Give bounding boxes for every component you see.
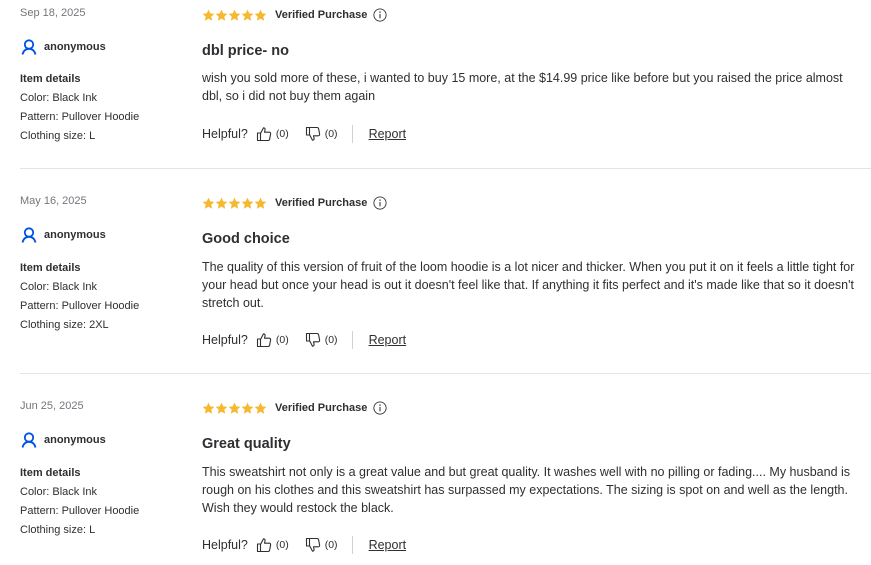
- star-rating: [202, 9, 267, 22]
- thumbs-down-button[interactable]: (0): [305, 126, 338, 142]
- item-detail-size: Clothing size: 2XL: [20, 319, 109, 331]
- review-date: May 16, 2025: [20, 195, 87, 207]
- report-link[interactable]: Report: [369, 538, 407, 552]
- author-name: anonymous: [44, 434, 106, 446]
- downvote-count: (0): [324, 128, 338, 140]
- downvote-count: (0): [324, 539, 338, 551]
- divider: [351, 331, 353, 349]
- star-icon: [215, 402, 228, 414]
- thumbs-up-icon: [256, 127, 272, 142]
- helpful-label: Helpful?: [202, 333, 248, 347]
- thumbs-up-icon: [256, 333, 272, 348]
- item-detail-size: Clothing size: L: [20, 524, 96, 536]
- thumbs-down-icon: [305, 332, 320, 347]
- review-date: Jun 25, 2025: [20, 400, 84, 412]
- downvote-count: (0): [324, 334, 338, 346]
- author-name: anonymous: [44, 229, 106, 241]
- thumbs-up-icon: [256, 538, 272, 553]
- star-icon: [202, 9, 215, 21]
- verified-purchase-label: Verified Purchase: [275, 9, 368, 21]
- verified-purchase-label: Verified Purchase: [275, 402, 368, 414]
- divider: [351, 536, 353, 554]
- item-detail-pattern: Pattern: Pullover Hoodie: [20, 505, 140, 517]
- star-rating: [202, 402, 267, 415]
- rating-row: Verified Purchase: [202, 400, 387, 416]
- star-icon: [202, 197, 215, 209]
- review-title: dbl price- no: [202, 43, 289, 59]
- report-link[interactable]: Report: [369, 127, 407, 141]
- star-icon: [254, 197, 267, 209]
- divider: [351, 125, 353, 143]
- item-detail-color: Color: Black Ink: [20, 92, 98, 104]
- review-author: anonymous: [20, 226, 106, 244]
- user-icon: [20, 38, 38, 56]
- review-author: anonymous: [20, 38, 106, 56]
- thumbs-up-button[interactable]: (0): [256, 537, 289, 553]
- review-date: Sep 18, 2025: [20, 7, 86, 19]
- upvote-count: (0): [275, 334, 289, 346]
- item-details-heading: Item details: [20, 467, 81, 479]
- author-name: anonymous: [44, 41, 106, 53]
- item-detail-pattern: Pattern: Pullover Hoodie: [20, 111, 140, 123]
- item-detail-size: Clothing size: L: [20, 130, 96, 142]
- review-title: Good choice: [202, 231, 290, 247]
- star-icon: [228, 197, 241, 209]
- info-icon[interactable]: [373, 8, 387, 22]
- review-divider: [20, 373, 871, 374]
- thumbs-down-button[interactable]: (0): [305, 332, 338, 348]
- user-icon: [20, 431, 38, 449]
- item-details-heading: Item details: [20, 262, 81, 274]
- review-divider: [20, 168, 871, 169]
- thumbs-down-button[interactable]: (0): [305, 537, 338, 553]
- item-detail-color: Color: Black Ink: [20, 281, 98, 293]
- thumbs-down-icon: [305, 537, 320, 552]
- thumbs-up-button[interactable]: (0): [256, 332, 289, 348]
- star-icon: [228, 402, 241, 414]
- verified-purchase-label: Verified Purchase: [275, 197, 368, 209]
- user-icon: [20, 226, 38, 244]
- review-body: wish you sold more of these, i wanted to…: [202, 71, 843, 103]
- rating-row: Verified Purchase: [202, 195, 387, 211]
- star-icon: [254, 402, 267, 414]
- thumbs-down-icon: [305, 126, 320, 141]
- star-icon: [254, 9, 267, 21]
- review-author: anonymous: [20, 431, 106, 449]
- star-icon: [215, 9, 228, 21]
- report-link[interactable]: Report: [369, 333, 407, 347]
- upvote-count: (0): [275, 128, 289, 140]
- helpful-row: Helpful? (0) (0) Report: [202, 125, 406, 143]
- helpful-row: Helpful? (0) (0) Report: [202, 331, 406, 349]
- star-icon: [228, 9, 241, 21]
- item-detail-color: Color: Black Ink: [20, 486, 98, 498]
- rating-row: Verified Purchase: [202, 7, 387, 23]
- star-icon: [241, 402, 254, 414]
- info-icon[interactable]: [373, 401, 387, 415]
- star-icon: [215, 197, 228, 209]
- info-icon[interactable]: [373, 196, 387, 210]
- helpful-label: Helpful?: [202, 538, 248, 552]
- star-icon: [241, 9, 254, 21]
- star-rating: [202, 197, 267, 210]
- review-body: This sweatshirt not only is a great valu…: [202, 465, 851, 515]
- helpful-label: Helpful?: [202, 127, 248, 141]
- helpful-row: Helpful? (0) (0) Report: [202, 536, 406, 554]
- star-icon: [241, 197, 254, 209]
- star-icon: [202, 402, 215, 414]
- review-title: Great quality: [202, 436, 291, 452]
- thumbs-up-button[interactable]: (0): [256, 126, 289, 142]
- review-body: The quality of this version of fruit of …: [202, 260, 855, 310]
- item-details-heading: Item details: [20, 73, 81, 85]
- upvote-count: (0): [275, 539, 289, 551]
- item-detail-pattern: Pattern: Pullover Hoodie: [20, 300, 140, 312]
